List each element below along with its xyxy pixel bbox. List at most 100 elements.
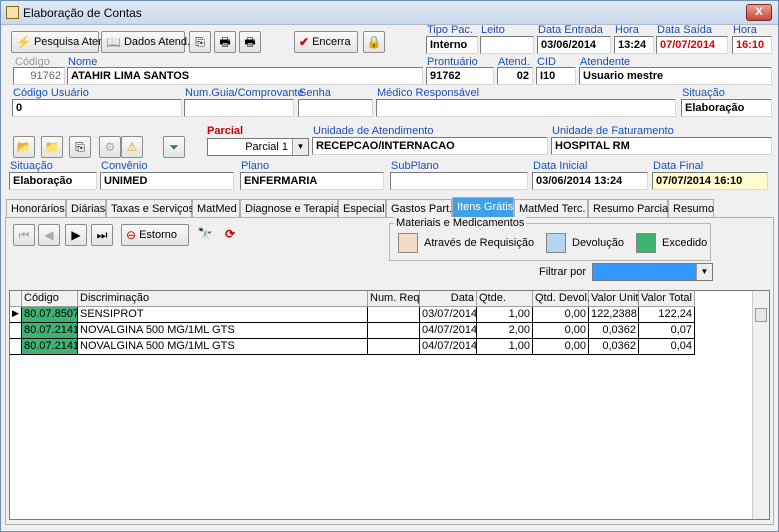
atend-field[interactable]: 02: [497, 67, 533, 85]
minus-circle-icon: ⊖: [126, 228, 137, 242]
folder-minus-icon[interactable]: 📁: [41, 136, 63, 158]
table-cell[interactable]: 1,00: [477, 339, 533, 355]
table-cell[interactable]: 122,2388: [589, 307, 639, 323]
table-cell[interactable]: 0,00: [533, 307, 589, 323]
table-cell[interactable]: 0,07: [639, 323, 695, 339]
subplano-field[interactable]: [390, 172, 528, 190]
estorno-button[interactable]: ⊖ Estorno: [121, 224, 189, 246]
hora-entrada-field[interactable]: 13:24: [614, 36, 654, 54]
hora-saida-field[interactable]: 16:10: [732, 36, 772, 54]
data-saida-field[interactable]: 07/07/2014: [656, 36, 728, 54]
col-qtde[interactable]: Qtde.: [477, 291, 533, 307]
table-cell[interactable]: 04/07/2014: [420, 323, 477, 339]
table-cell[interactable]: 2,00: [477, 323, 533, 339]
table-cell[interactable]: 80.07.2141: [22, 339, 78, 355]
tab-honorarios[interactable]: Honorários: [6, 199, 66, 218]
tab-resumo[interactable]: Resumo: [668, 199, 714, 218]
parcial-situacao-field[interactable]: Elaboração: [9, 172, 97, 190]
filtrar-select[interactable]: ▼: [592, 263, 713, 281]
tab-diarias[interactable]: Diárias: [66, 199, 106, 218]
col-valor-unit[interactable]: Valor Unit.: [589, 291, 642, 307]
pesquisa-atend-button[interactable]: ⚡ Pesquisa Atend.: [11, 31, 113, 53]
copy-pages-icon[interactable]: ⎘: [69, 136, 91, 158]
table-cell[interactable]: 0,00: [533, 339, 589, 355]
table-cell[interactable]: 0,0362: [589, 323, 639, 339]
unidade-fat-field[interactable]: HOSPITAL RM: [551, 137, 772, 155]
unidade-fat-label: Unidade de Faturamento: [552, 125, 674, 137]
tab-resumo-parcial[interactable]: Resumo Parcial: [588, 199, 671, 218]
table-cell[interactable]: [368, 323, 420, 339]
nome-field[interactable]: ATAHIR LIMA SANTOS: [67, 67, 423, 85]
table-cell[interactable]: NOVALGINA 500 MG/1ML GTS: [78, 323, 368, 339]
plano-field[interactable]: ENFERMARIA: [240, 172, 384, 190]
col-qtd-devol[interactable]: Qtd. Devol.: [533, 291, 590, 307]
vertical-scrollbar[interactable]: [752, 291, 769, 519]
first-record-icon[interactable]: ⏮: [13, 224, 35, 246]
prontuario-field[interactable]: 91762: [426, 67, 494, 85]
atendente-field[interactable]: Usuario mestre: [579, 67, 772, 85]
convenio-field[interactable]: UNIMED: [100, 172, 234, 190]
medico-field[interactable]: [376, 99, 676, 117]
table-cell[interactable]: [368, 339, 420, 355]
table-cell[interactable]: [368, 307, 420, 323]
col-valor-total[interactable]: Valor Total: [639, 291, 695, 307]
col-discriminacao[interactable]: Discriminação: [78, 291, 368, 307]
dados-atend-button[interactable]: 📖 Dados Atend.: [101, 31, 190, 53]
table-cell[interactable]: 80.07.2141: [22, 323, 78, 339]
leito-field[interactable]: [480, 36, 534, 54]
encerra-label: Encerra: [312, 36, 351, 48]
codigo-field[interactable]: 91762: [13, 67, 65, 85]
unidade-atend-field[interactable]: RECEPCAO/INTERNACAO: [312, 137, 548, 155]
refresh-icon[interactable]: ⟳: [219, 224, 241, 246]
data-final-field[interactable]: 07/07/2014 16:10: [652, 172, 768, 190]
lock-icon[interactable]: 🔒: [363, 31, 385, 53]
tab-matmed[interactable]: MatMed: [192, 199, 240, 218]
data-entrada-field[interactable]: 03/06/2014: [537, 36, 611, 54]
table-cell[interactable]: 1,00: [477, 307, 533, 323]
situacao-field[interactable]: Elaboração: [681, 99, 772, 117]
tab-matmed-terc[interactable]: MatMed Terc.: [514, 199, 588, 218]
print-green-icon[interactable]: 🖶: [239, 31, 261, 53]
table-cell[interactable]: 04/07/2014: [420, 339, 477, 355]
print-icon[interactable]: 🖶: [214, 31, 236, 53]
scrollbar-thumb[interactable]: [755, 308, 767, 322]
cid-field[interactable]: I10: [536, 67, 576, 85]
encerra-button[interactable]: ✔ Encerra: [294, 31, 358, 53]
subplano-label: SubPlano: [391, 160, 439, 172]
open-folder-icon[interactable]: 📂: [13, 136, 35, 158]
tipo-pac-field[interactable]: Interno: [426, 36, 478, 54]
tab-itens-gratis[interactable]: Itens Grátis: [452, 197, 514, 218]
data-entrada-label: Data Entrada: [538, 24, 603, 36]
previous-record-icon[interactable]: ◀: [38, 224, 60, 246]
tab-especial[interactable]: Especial: [338, 199, 386, 218]
table-cell[interactable]: NOVALGINA 500 MG/1ML GTS: [78, 339, 368, 355]
tab-gastos-part[interactable]: Gastos Part.: [386, 199, 452, 218]
last-record-icon[interactable]: ⏭: [91, 224, 113, 246]
col-data[interactable]: Data: [420, 291, 477, 307]
gear-icon[interactable]: ⚙: [99, 136, 121, 158]
table-cell[interactable]: 80.07.8507: [22, 307, 78, 323]
data-inicial-field[interactable]: 03/06/2014 13:24: [532, 172, 648, 190]
num-guia-field[interactable]: [184, 99, 294, 117]
chevron-down-icon[interactable]: ▼: [696, 264, 712, 280]
close-button[interactable]: X: [746, 4, 772, 21]
table-cell[interactable]: 0,00: [533, 323, 589, 339]
table-cell[interactable]: 0,0362: [589, 339, 639, 355]
parcial-select[interactable]: Parcial 1 ▼: [207, 138, 309, 156]
next-record-icon[interactable]: ▶: [65, 224, 87, 246]
warning-icon[interactable]: ⚠: [121, 136, 143, 158]
filter-icon[interactable]: ⏷: [163, 136, 185, 158]
table-cell[interactable]: 0,04: [639, 339, 695, 355]
chevron-down-icon[interactable]: ▼: [292, 139, 308, 155]
table-cell[interactable]: 03/07/2014: [420, 307, 477, 323]
tab-diagnose[interactable]: Diagnose e Terapia: [240, 199, 340, 218]
table-cell[interactable]: SENSIPROT: [78, 307, 368, 323]
copy-icon[interactable]: ⎘: [189, 31, 211, 53]
binoculars-icon[interactable]: 🔭: [194, 224, 216, 246]
codigo-usuario-field[interactable]: 0: [12, 99, 182, 117]
senha-field[interactable]: [298, 99, 373, 117]
col-codigo[interactable]: Código: [22, 291, 78, 307]
col-num-req[interactable]: Num. Req.: [368, 291, 423, 307]
table-cell[interactable]: 122,24: [639, 307, 695, 323]
tab-taxas[interactable]: Taxas e Serviços: [106, 199, 194, 218]
